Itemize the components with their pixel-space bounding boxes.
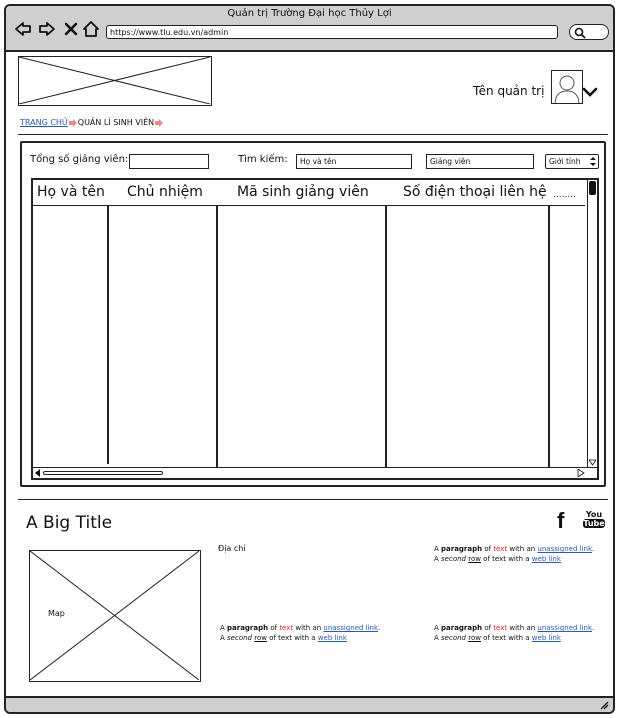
map-placeholder[interactable]: Map <box>29 550 201 682</box>
forward-icon[interactable] <box>38 20 56 38</box>
arrow-right-icon <box>155 118 164 127</box>
arrow-right-icon <box>68 118 77 127</box>
back-icon[interactable] <box>14 20 32 38</box>
total-label: Tổng số giảng viên: <box>30 154 129 165</box>
browser-toolbar: Quản trị Trường Đại học Thủy Lợi https:/… <box>6 6 613 52</box>
search-label: Tìm kiếm: <box>238 154 288 165</box>
lecturer-table: Họ và tên Chủ nhiệm Mã sinh giảng viên S… <box>31 178 599 480</box>
column-divider <box>216 206 218 468</box>
scroll-left-icon[interactable] <box>34 469 42 477</box>
total-count-field[interactable] <box>129 154 209 169</box>
breadcrumb-home-link[interactable]: TRANG CHỦ <box>20 118 68 127</box>
horizontal-scrollbar[interactable] <box>33 467 597 478</box>
address-bar[interactable]: https://www.tlu.edu.vn/admin <box>106 25 558 39</box>
footer-paragraph: A paragraph of text with an unassigned l… <box>220 624 381 642</box>
gender-select-value: Giới tính <box>549 157 581 166</box>
divider <box>18 134 608 135</box>
browser-search-field[interactable] <box>569 24 609 40</box>
unassigned-link[interactable]: unassigned link <box>323 624 378 632</box>
search-icon <box>574 27 586 39</box>
status-bar <box>6 696 613 712</box>
map-label: Map <box>48 609 65 618</box>
close-icon[interactable] <box>62 20 80 38</box>
column-header[interactable]: Mã sinh giảng viên <box>237 184 369 200</box>
home-icon[interactable] <box>82 20 100 38</box>
youtube-bottom: Tube <box>583 519 605 528</box>
footer-title: A Big Title <box>26 513 113 533</box>
column-header[interactable]: Số điện thoại liên hệ <box>403 184 547 200</box>
web-link[interactable]: web link <box>532 634 561 642</box>
column-header[interactable]: Chủ nhiệm <box>127 184 203 200</box>
stepper-icon <box>590 157 596 166</box>
column-divider <box>385 206 387 468</box>
unassigned-link[interactable]: unassigned link <box>537 545 592 553</box>
logo-placeholder <box>18 56 212 106</box>
column-header[interactable]: Họ và tên <box>37 184 105 200</box>
footer-paragraph: A paragraph of text with an unassigned l… <box>434 545 595 563</box>
address-label: Địa chỉ <box>218 544 246 553</box>
column-header[interactable]: ........ <box>553 190 576 200</box>
scroll-down-icon[interactable] <box>589 459 596 466</box>
header-divider <box>33 205 585 206</box>
admin-name[interactable]: Tên quản trị <box>473 84 544 98</box>
role-field[interactable]: Giảng viên <box>426 154 534 169</box>
scroll-thumb[interactable] <box>589 181 596 195</box>
breadcrumb: TRANG CHỦ QUẢN LÍ SINH VIÊN <box>20 118 164 127</box>
column-divider <box>107 206 109 464</box>
chevron-down-icon[interactable] <box>582 86 598 98</box>
web-link[interactable]: web link <box>318 634 347 642</box>
window-title: Quản trị Trường Đại học Thủy Lợi <box>227 8 392 19</box>
divider <box>18 499 608 500</box>
browser-window: Quản trị Trường Đại học Thủy Lợi https:/… <box>4 4 615 714</box>
footer-paragraph: A paragraph of text with an unassigned l… <box>434 624 595 642</box>
avatar[interactable] <box>551 70 583 104</box>
lecturer-panel: Tổng số giảng viên: Tìm kiếm: Họ và tên … <box>20 141 606 487</box>
unassigned-link[interactable]: unassigned link <box>537 624 592 632</box>
scroll-thumb[interactable] <box>43 471 163 475</box>
youtube-icon[interactable]: You Tube <box>583 510 605 528</box>
resize-grip-icon[interactable] <box>599 700 609 710</box>
web-link[interactable]: web link <box>532 555 561 563</box>
column-divider <box>548 206 550 468</box>
youtube-top: You <box>585 510 603 519</box>
gender-select[interactable]: Giới tính <box>545 154 599 169</box>
scroll-right-icon[interactable] <box>577 469 585 477</box>
facebook-icon[interactable]: f <box>557 508 564 534</box>
name-search-field[interactable]: Họ và tên <box>296 154 412 169</box>
breadcrumb-current: QUẢN LÍ SINH VIÊN <box>77 118 155 127</box>
vertical-scrollbar[interactable] <box>587 180 597 467</box>
